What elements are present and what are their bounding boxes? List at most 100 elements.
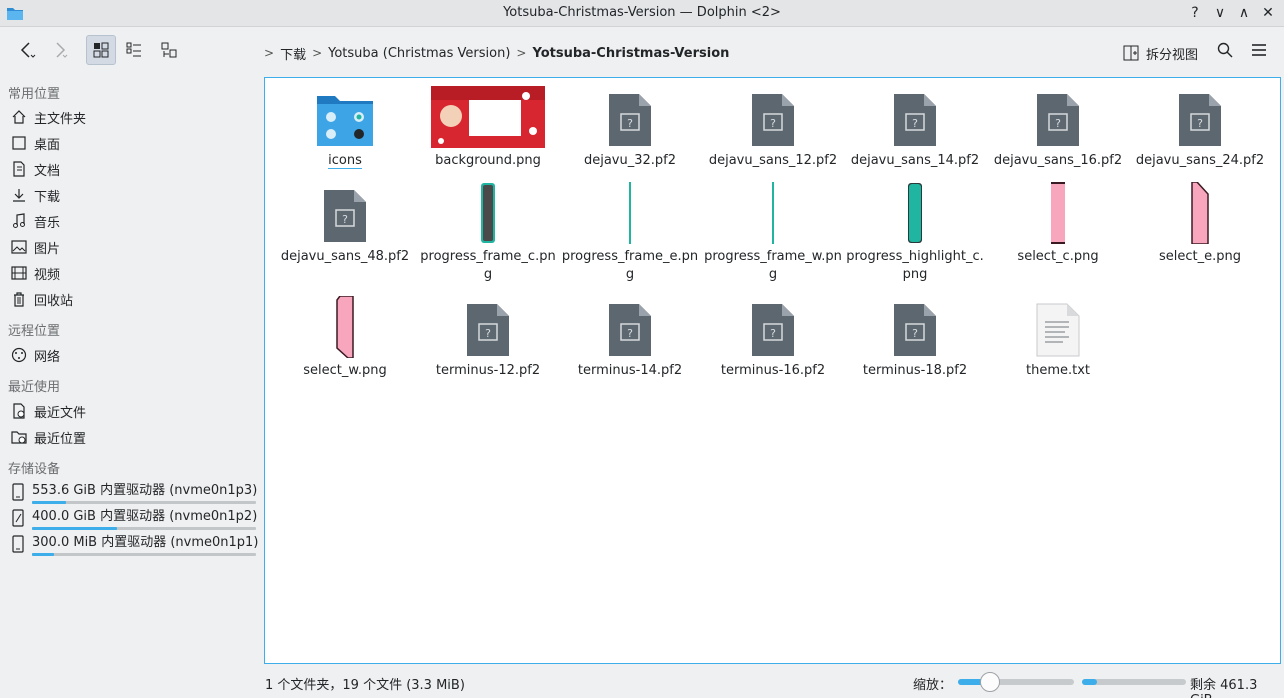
- svg-text:?: ?: [770, 117, 776, 130]
- image-thumbnail-icon: [275, 296, 415, 358]
- section-remote: 远程位置: [8, 324, 61, 339]
- file-item[interactable]: select_w.png: [275, 296, 415, 380]
- sidebar-item-music[interactable]: 音乐: [10, 210, 60, 232]
- breadcrumb-downloads[interactable]: 下载: [274, 44, 312, 63]
- unknown-file-icon: ?: [845, 296, 985, 358]
- help-button[interactable]: ?: [1184, 3, 1206, 23]
- places-panel: 常用位置 主文件夹 桌面 文档 下载 音乐 图片 视频 回收站 远程位置 网络 …: [0, 75, 262, 665]
- file-item[interactable]: icons: [275, 86, 415, 170]
- drive-icon: [10, 535, 26, 557]
- free-space-bar: [1082, 679, 1186, 685]
- file-item[interactable]: progress_frame_w.png: [703, 182, 843, 284]
- svg-text:?: ?: [485, 327, 491, 340]
- sidebar-device-nvme0n1p2[interactable]: 400.0 GiB 内置驱动器 (nvme0n1p2): [10, 509, 257, 533]
- file-item[interactable]: ? dejavu_32.pf2: [560, 86, 700, 170]
- file-name: dejavu_sans_16.pf2: [993, 153, 1123, 168]
- desktop-icon: [10, 134, 28, 152]
- breadcrumb-separator-icon: >: [312, 46, 323, 60]
- home-icon: [10, 108, 28, 126]
- close-button[interactable]: ✕: [1257, 3, 1279, 23]
- sidebar-item-home[interactable]: 主文件夹: [10, 106, 86, 128]
- breadcrumb-yotsuba[interactable]: Yotsuba (Christmas Version): [322, 46, 516, 61]
- back-button[interactable]: [12, 35, 42, 65]
- file-view[interactable]: icons background.png? dejavu_32.pf2? dejavu…: [264, 77, 1281, 664]
- sidebar-item-label: 回收站: [34, 293, 74, 309]
- file-name: dejavu_sans_48.pf2: [280, 249, 410, 264]
- file-item[interactable]: progress_highlight_c.png: [845, 182, 985, 284]
- status-summary: 1 个文件夹，19 个文件 (3.3 MiB): [265, 678, 465, 693]
- file-name: dejavu_sans_24.pf2: [1135, 153, 1265, 168]
- free-space-label: 剩余 461.3 GiB: [1190, 678, 1258, 698]
- split-view-icon: [1123, 45, 1139, 61]
- sidebar-item-recent-locations[interactable]: 最近位置: [10, 426, 86, 448]
- sidebar-item-label: 桌面: [34, 137, 61, 153]
- minimize-button[interactable]: ∨: [1209, 3, 1231, 23]
- unknown-file-icon: ?: [703, 86, 843, 148]
- drive-icon: [10, 483, 26, 505]
- compact-view-button[interactable]: [119, 35, 149, 65]
- search-button[interactable]: [1210, 35, 1240, 65]
- file-item[interactable]: ? dejavu_sans_48.pf2: [275, 182, 415, 266]
- file-name: terminus-14.pf2: [577, 363, 683, 378]
- sidebar-item-recent-files[interactable]: 最近文件: [10, 400, 86, 422]
- sidebar-item-downloads[interactable]: 下载: [10, 184, 60, 206]
- file-item[interactable]: progress_frame_c.png: [418, 182, 558, 284]
- unknown-file-icon: ?: [988, 86, 1128, 148]
- image-thumbnail-icon: [988, 182, 1128, 244]
- file-item[interactable]: theme.txt: [988, 296, 1128, 380]
- file-name: terminus-12.pf2: [435, 363, 541, 378]
- svg-text:?: ?: [770, 327, 776, 340]
- file-item[interactable]: ? terminus-14.pf2: [560, 296, 700, 380]
- file-item[interactable]: ? dejavu_sans_24.pf2: [1130, 86, 1270, 170]
- icons-view-button[interactable]: [86, 35, 116, 65]
- forward-icon: [56, 42, 68, 58]
- sidebar-item-label: 音乐: [34, 215, 61, 231]
- device-usage-bar: [32, 553, 256, 556]
- sidebar-item-trash[interactable]: 回收站: [10, 288, 73, 310]
- file-item[interactable]: ? terminus-18.pf2: [845, 296, 985, 380]
- file-item[interactable]: background.png: [418, 86, 558, 170]
- file-item[interactable]: ? terminus-12.pf2: [418, 296, 558, 380]
- status-bar: 1 个文件夹，19 个文件 (3.3 MiB) 缩放： 剩余 461.3 GiB: [0, 665, 1284, 698]
- sidebar-item-desktop[interactable]: 桌面: [10, 132, 60, 154]
- image-thumbnail-icon: [418, 182, 558, 244]
- device-label: 400.0 GiB 内置驱动器 (nvme0n1p2): [32, 509, 258, 524]
- file-item[interactable]: progress_frame_e.png: [560, 182, 700, 284]
- zoom-slider[interactable]: [958, 672, 1074, 692]
- svg-text:?: ?: [912, 117, 918, 130]
- image-thumbnail-icon: [418, 86, 558, 148]
- file-item[interactable]: ? dejavu_sans_16.pf2: [988, 86, 1128, 170]
- sidebar-item-documents[interactable]: 文档: [10, 158, 60, 180]
- file-item[interactable]: ? dejavu_sans_12.pf2: [703, 86, 843, 170]
- forward-button[interactable]: [44, 35, 74, 65]
- sidebar-item-label: 图片: [34, 241, 61, 257]
- file-name: select_e.png: [1159, 249, 1241, 264]
- unknown-file-icon: ?: [1130, 86, 1270, 148]
- image-thumbnail-icon: [703, 182, 843, 244]
- menu-button[interactable]: [1244, 35, 1274, 65]
- file-item[interactable]: select_c.png: [988, 182, 1128, 266]
- file-name: progress_highlight_c.png: [846, 249, 984, 282]
- sidebar-item-videos[interactable]: 视频: [10, 262, 60, 284]
- file-item[interactable]: select_e.png: [1130, 182, 1270, 266]
- sidebar-device-nvme0n1p3[interactable]: 553.6 GiB 内置驱动器 (nvme0n1p3): [10, 483, 257, 507]
- file-name: terminus-16.pf2: [720, 363, 826, 378]
- music-icon: [10, 212, 28, 230]
- maximize-button[interactable]: ∧: [1233, 3, 1255, 23]
- file-item[interactable]: ? terminus-16.pf2: [703, 296, 843, 380]
- split-view-button[interactable]: 拆分视图: [1122, 42, 1198, 64]
- sidebar-item-label: 下载: [34, 189, 61, 205]
- toolbar: > 下载 > Yotsuba (Christmas Version) > Yot…: [0, 27, 1284, 75]
- image-thumbnail-icon: [560, 182, 700, 244]
- zoom-slider-handle[interactable]: [980, 672, 1001, 692]
- sidebar-item-label: 最近文件: [34, 405, 87, 421]
- file-item[interactable]: ? dejavu_sans_14.pf2: [845, 86, 985, 170]
- file-name: icons: [328, 153, 362, 169]
- unknown-file-icon: ?: [275, 182, 415, 244]
- sidebar-item-pictures[interactable]: 图片: [10, 236, 60, 258]
- sidebar-item-network[interactable]: 网络: [10, 344, 60, 366]
- breadcrumb-current[interactable]: Yotsuba-Christmas-Version: [526, 46, 735, 61]
- svg-text:?: ?: [1055, 117, 1061, 130]
- sidebar-device-nvme0n1p1[interactable]: 300.0 MiB 内置驱动器 (nvme0n1p1): [10, 535, 258, 559]
- details-view-button[interactable]: [154, 35, 184, 65]
